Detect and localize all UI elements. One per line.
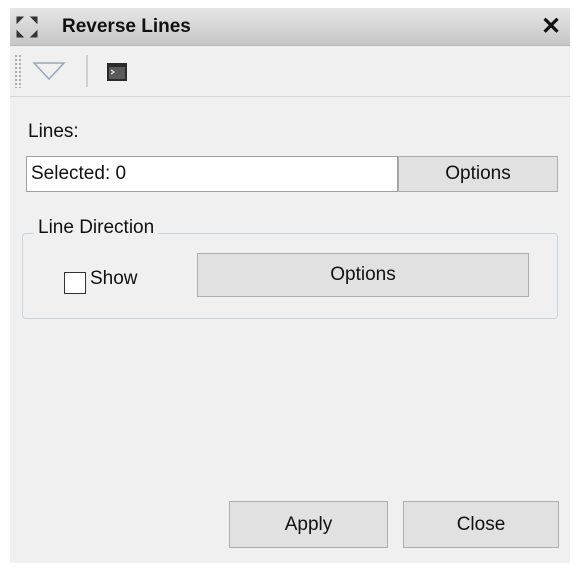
- window-title: Reverse Lines: [62, 16, 191, 37]
- triangle-down-icon[interactable]: [32, 57, 66, 85]
- toolbar: [10, 46, 570, 97]
- title-bar[interactable]: Reverse Lines ✕: [10, 8, 570, 46]
- toolbar-grip[interactable]: [14, 54, 22, 88]
- show-direction-checkbox[interactable]: [64, 272, 86, 294]
- selected-lines-field[interactable]: Selected: 0: [26, 156, 398, 192]
- close-button[interactable]: Close: [403, 501, 559, 548]
- toolbar-separator: [86, 55, 88, 87]
- lines-label: Lines:: [28, 121, 79, 142]
- console-window-icon[interactable]: [106, 61, 128, 83]
- close-icon[interactable]: ✕: [536, 8, 566, 45]
- show-direction-label[interactable]: Show: [90, 268, 138, 290]
- reverse-lines-panel: Reverse Lines ✕ Lines: Selected: 0 Optio…: [10, 8, 570, 563]
- apply-button[interactable]: Apply: [229, 501, 388, 548]
- move-arrows-icon[interactable]: [14, 14, 40, 40]
- lines-options-button[interactable]: Options: [398, 156, 558, 192]
- direction-options-button[interactable]: Options: [197, 253, 529, 297]
- line-direction-group-title: Line Direction: [34, 217, 159, 239]
